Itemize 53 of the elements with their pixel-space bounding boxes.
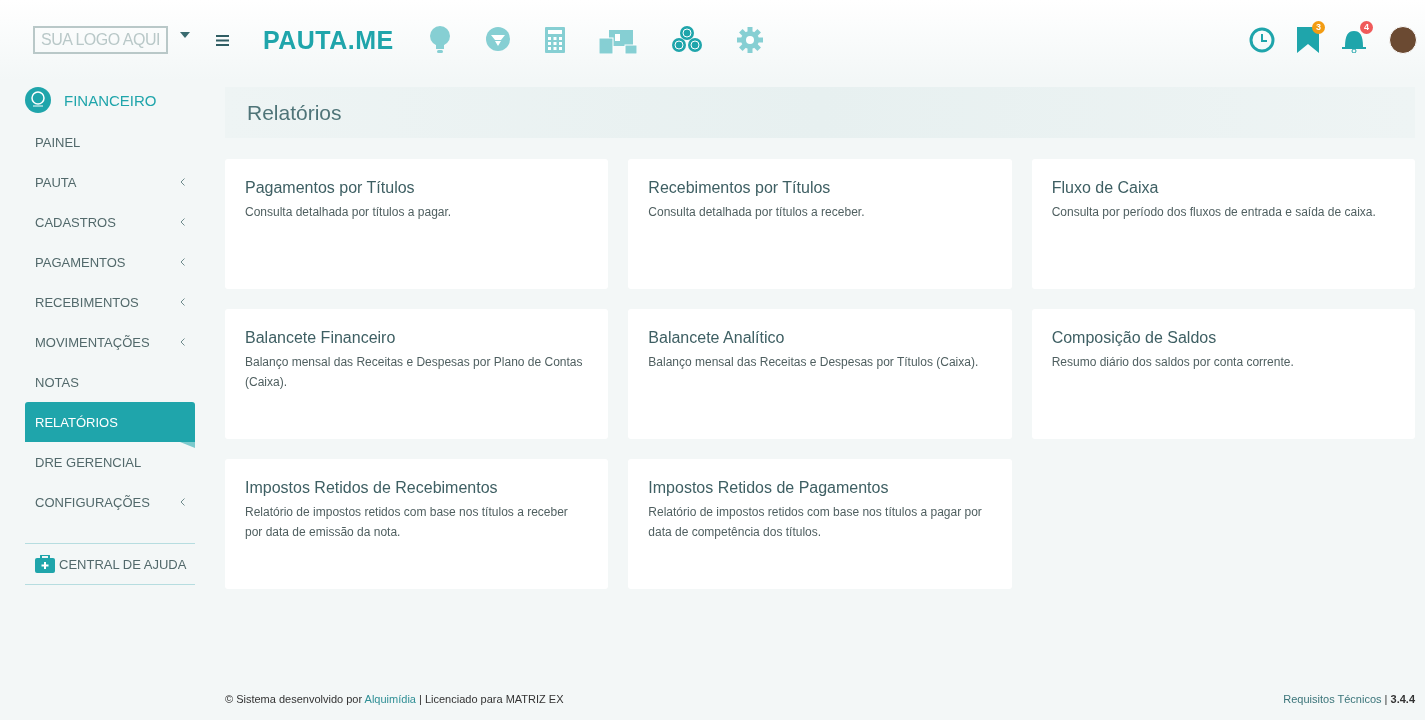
module-title: FINANCEIRO — [64, 91, 157, 109]
card-title: Impostos Retidos de Pagamentos — [648, 479, 890, 497]
menu-icon[interactable] — [215, 34, 229, 46]
card-title: Impostos Retidos de Recebimentos — [245, 479, 499, 497]
page-title: Relatórios — [247, 100, 342, 125]
card-description: Consulta detalhada por títulos a receber. — [648, 204, 866, 221]
report-card[interactable]: Recebimentos por Títulos Consulta detalhada por títulos a receber. — [628, 159, 1012, 289]
sidebar-item[interactable]: PAGAMENTOS — [25, 242, 195, 282]
sidebar-item[interactable]: NOTAS — [25, 362, 195, 402]
notification-badge: 4 — [1360, 21, 1373, 34]
card-description: Relatório de impostos retidos com base nos títulos a pagar por data de competência dos títulos. — [648, 504, 983, 541]
sidebar-item[interactable]: PAUTA — [25, 162, 195, 202]
report-card[interactable]: Composição de Saldos Resumo diário dos saldos por conta corrente. — [1031, 309, 1415, 439]
clock-icon[interactable] — [1249, 27, 1275, 53]
requirements-link[interactable]: Requisitos Técnicos — [1283, 693, 1382, 705]
report-card[interactable]: Impostos Retidos de Recebimentos Relatório de impostos retidos com base nos títulos a receber por data de emissão da nota. — [225, 459, 609, 589]
brand-logo[interactable]: PAUTA.ME — [262, 25, 394, 55]
lightbulb-icon[interactable] — [428, 26, 451, 54]
first-aid-kit-icon — [35, 555, 55, 573]
report-card[interactable]: Pagamentos por Títulos Consulta detalhada por títulos a pagar. — [225, 159, 609, 289]
calculator-icon[interactable] — [544, 27, 565, 53]
sidebar-item[interactable]: RECEBIMENTOS — [25, 282, 195, 322]
card-title: Fluxo de Caixa — [1051, 179, 1160, 197]
caret-icon[interactable] — [179, 32, 190, 38]
card-description: Resumo diário dos saldos por conta corrente. — [1051, 354, 1295, 371]
sidebar-item[interactable]: CADASTROS — [25, 202, 195, 242]
sidebar-item[interactable]: CONFIGURAÇÕES — [25, 482, 195, 522]
item-pointer — [180, 442, 195, 448]
card-description: Balanço mensal das Receitas e Despesas por Plano de Contas (Caixa). — [245, 354, 584, 391]
card-title: Pagamentos por Títulos — [245, 179, 416, 197]
card-description: Balanço mensal das Receitas e Despesas por Títulos (Caixa). — [648, 354, 980, 371]
card-title: Recebimentos por Títulos — [648, 179, 832, 197]
help-link[interactable]: CENTRAL DE AJUDA — [25, 543, 195, 585]
developer-link[interactable]: Alquimídia — [364, 693, 416, 705]
report-card[interactable]: Impostos Retidos de Pagamentos Relatório de impostos retidos com base nos títulos a pagar por data de competência dos títulos. — [628, 459, 1012, 589]
coins-icon[interactable] — [670, 25, 703, 55]
report-card[interactable]: Balancete Financeiro Balanço mensal das Receitas e Despesas por Plano de Contas (Caixa). — [225, 309, 609, 439]
sidebar-item[interactable]: MOVIMENTAÇÕES — [25, 322, 195, 362]
sidebar-item[interactable]: PAINEL — [25, 122, 195, 162]
settings-icon[interactable] — [736, 27, 763, 53]
card-title: Balancete Financeiro — [245, 329, 397, 347]
version-text: | 3.4.4 — [1384, 693, 1415, 705]
report-card[interactable]: Fluxo de Caixa Consulta por período dos fluxos de entrada e saída de caixa. — [1031, 159, 1415, 289]
report-card[interactable]: Balancete Analítico Balanço mensal das Receitas e Despesas por Títulos (Caixa). — [628, 309, 1012, 439]
notification-badge: 3 — [1312, 21, 1325, 34]
avatar[interactable] — [1389, 26, 1417, 54]
card-title: Balancete Analítico — [648, 329, 786, 347]
card-description: Consulta detalhada por títulos a pagar. — [245, 204, 453, 221]
card-description: Relatório de impostos retidos com base nos títulos a receber por data de emissão da nota. — [245, 504, 569, 541]
sidebar-item[interactable]: DRE GERENCIAL — [25, 442, 195, 482]
card-description: Consulta por período dos fluxos de entrada e saída de caixa. — [1051, 204, 1377, 221]
footer-credits: © Sistema desenvolvido por Alquimídia | Licenciado para MATRIZ EX — [225, 693, 564, 705]
card-title: Composição de Saldos — [1051, 329, 1218, 347]
